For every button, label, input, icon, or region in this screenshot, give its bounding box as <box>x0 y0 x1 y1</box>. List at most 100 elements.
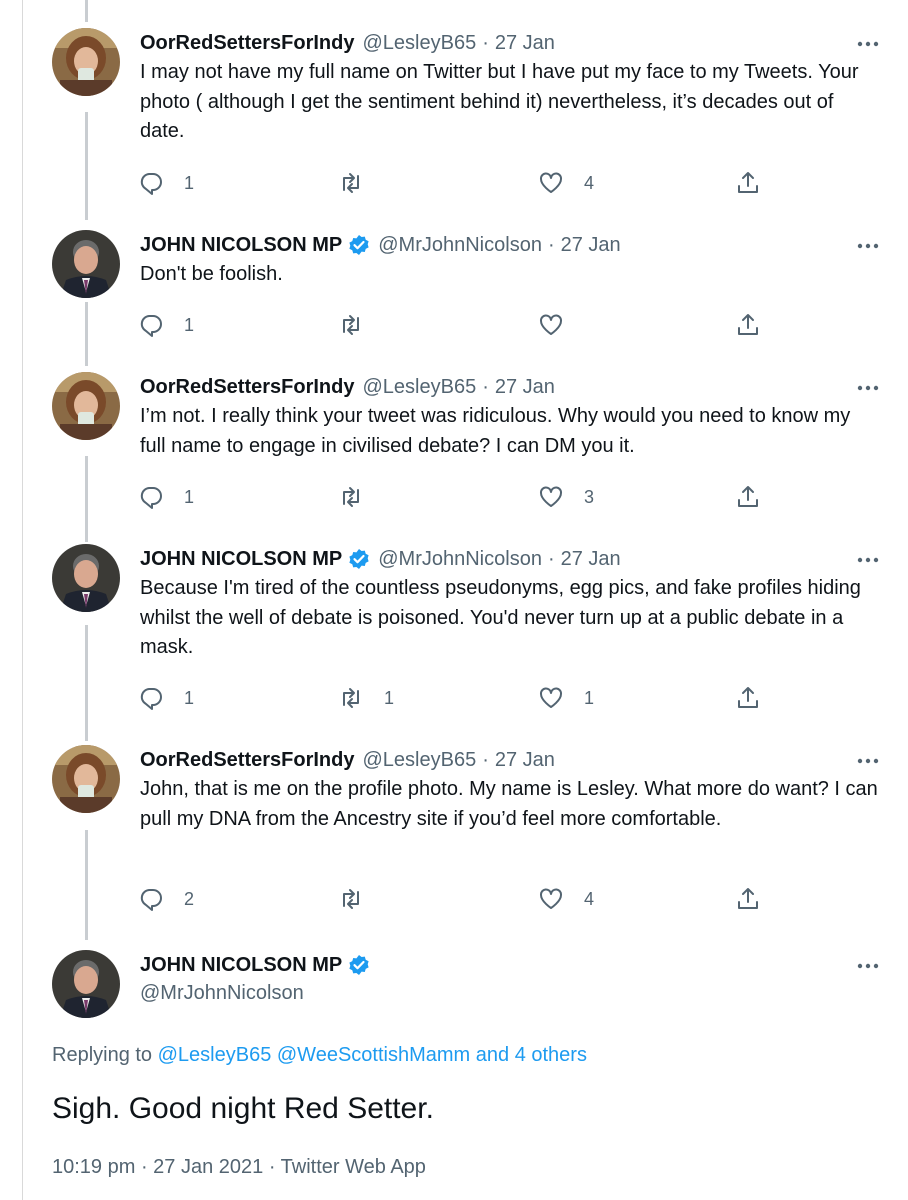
display-name[interactable]: OorRedSettersForIndy <box>140 749 354 772</box>
display-name[interactable]: OorRedSettersForIndy <box>140 32 354 55</box>
more-options-icon[interactable] <box>855 751 881 771</box>
reply-icon <box>140 889 162 911</box>
reply-button[interactable]: 1 <box>138 683 194 713</box>
reply-count: 1 <box>184 687 195 708</box>
like-button[interactable]: 4 <box>538 168 594 198</box>
tweet-timestamp[interactable]: 10:19 pm · 27 Jan 2021 · Twitter Web App <box>52 1156 426 1179</box>
share-icon <box>738 172 758 193</box>
like-count: 4 <box>584 888 595 909</box>
share-button[interactable] <box>735 683 761 713</box>
reply-count: 1 <box>184 486 195 507</box>
like-count: 1 <box>584 687 595 708</box>
tweet[interactable]: OorRedSettersForIndy @LesleyB65 · 27 Jan… <box>0 745 908 925</box>
share-button[interactable] <box>735 482 761 512</box>
user-handle[interactable]: @LesleyB65 <box>362 32 476 55</box>
replying-prefix: Replying to <box>52 1044 153 1066</box>
retweet-button[interactable] <box>338 884 384 914</box>
separator-dot: · <box>482 748 489 771</box>
user-handle[interactable]: @LesleyB65 <box>362 376 476 399</box>
display-name[interactable]: JOHN NICOLSON MP <box>140 234 342 257</box>
avatar-john[interactable] <box>52 544 120 612</box>
tweet-date[interactable]: 27 Jan <box>561 234 621 257</box>
tweet-actions: 1 <box>135 310 875 340</box>
tweet-date[interactable]: 27 Jan <box>561 548 621 571</box>
retweet-button[interactable] <box>338 482 384 512</box>
share-icon <box>738 314 758 335</box>
reply-button[interactable]: 2 <box>138 884 194 914</box>
reply-count: 1 <box>184 172 195 193</box>
heart-icon <box>540 172 562 193</box>
tweet[interactable]: OorRedSettersForIndy @LesleyB65 · 27 Jan… <box>0 372 908 522</box>
tweet-date[interactable]: 27 Jan <box>495 749 555 772</box>
reply-count: 2 <box>184 888 195 909</box>
display-name[interactable]: JOHN NICOLSON MP <box>140 548 342 571</box>
tweet[interactable]: JOHN NICOLSON MP @MrJohnNicolson · 27 Ja… <box>0 230 908 350</box>
user-handle[interactable]: @MrJohnNicolson <box>140 982 304 1005</box>
display-name[interactable]: OorRedSettersForIndy <box>140 376 354 399</box>
avatar-john[interactable] <box>52 950 120 1018</box>
user-handle[interactable]: @LesleyB65 <box>362 749 476 772</box>
more-options-icon[interactable] <box>855 34 881 54</box>
retweet-button[interactable] <box>338 310 384 340</box>
avatar-lesley[interactable] <box>52 372 120 440</box>
retweet-button[interactable] <box>338 168 384 198</box>
user-handle[interactable]: @MrJohnNicolson <box>378 234 542 257</box>
tweet[interactable]: OorRedSettersForIndy @LesleyB65 · 27 Jan… <box>0 28 908 208</box>
tweet-text: Because I'm tired of the countless pseud… <box>140 577 861 658</box>
tweet-date[interactable]: 27 Jan <box>495 32 555 55</box>
share-icon <box>738 888 758 909</box>
share-button[interactable] <box>735 884 761 914</box>
avatar-image <box>52 745 120 813</box>
replying-users-link[interactable]: @LesleyB65 @WeeScottishMamm <box>158 1044 471 1066</box>
reply-icon <box>140 688 162 710</box>
verified-badge-icon <box>349 549 369 569</box>
share-button[interactable] <box>735 310 761 340</box>
avatar-image <box>52 544 120 612</box>
separator-dot: · <box>482 375 489 398</box>
tweet-actions: 1 3 <box>135 482 875 512</box>
like-button[interactable]: 4 <box>538 884 594 914</box>
reply-button[interactable]: 1 <box>138 168 194 198</box>
avatar-lesley[interactable] <box>52 745 120 813</box>
more-options-icon[interactable] <box>855 956 881 976</box>
avatar-john[interactable] <box>52 230 120 298</box>
separator-dot: · <box>547 233 555 256</box>
reply-icon <box>140 173 162 195</box>
reply-button[interactable]: 1 <box>138 482 194 512</box>
more-options-icon[interactable] <box>855 550 881 570</box>
like-count: 3 <box>584 486 595 507</box>
reply-button[interactable]: 1 <box>138 310 194 340</box>
replying-others-link[interactable]: and 4 others <box>476 1044 587 1066</box>
retweet-icon <box>343 688 359 708</box>
like-button[interactable] <box>538 310 584 340</box>
tweet-text: I’m not. I really think your tweet was r… <box>140 405 851 457</box>
user-handle[interactable]: @MrJohnNicolson <box>378 548 542 571</box>
share-icon <box>738 687 758 708</box>
reply-count: 1 <box>184 314 195 335</box>
more-options-icon[interactable] <box>855 236 881 256</box>
retweet-icon <box>343 487 359 507</box>
retweet-icon <box>343 315 359 335</box>
separator-dot: · <box>482 31 489 54</box>
like-button[interactable]: 3 <box>538 482 594 512</box>
heart-icon <box>540 314 562 335</box>
display-name[interactable]: JOHN NICOLSON MP <box>140 954 342 977</box>
heart-icon <box>540 687 562 708</box>
tweet-text: John, that is me on the profile photo. M… <box>140 778 878 830</box>
avatar-lesley[interactable] <box>52 28 120 96</box>
separator-dot: · <box>547 547 555 570</box>
main-tweet: JOHN NICOLSON MP @MrJohnNicolson Replyin… <box>0 950 908 1190</box>
like-button[interactable]: 1 <box>538 683 594 713</box>
thread-line <box>85 0 88 22</box>
replying-to: Replying to @LesleyB65 @WeeScottishMamm … <box>52 1044 587 1067</box>
retweet-count: 1 <box>384 687 395 708</box>
tweet-date[interactable]: 27 Jan <box>495 376 555 399</box>
retweet-button[interactable]: 1 <box>338 683 394 713</box>
heart-icon <box>540 486 562 507</box>
avatar-image <box>52 28 120 96</box>
retweet-icon <box>343 173 359 193</box>
share-button[interactable] <box>735 168 761 198</box>
more-options-icon[interactable] <box>855 378 881 398</box>
main-tweet-text: Sigh. Good night Red Setter. <box>52 1092 434 1125</box>
tweet[interactable]: JOHN NICOLSON MP @MrJohnNicolson · 27 Ja… <box>0 544 908 724</box>
